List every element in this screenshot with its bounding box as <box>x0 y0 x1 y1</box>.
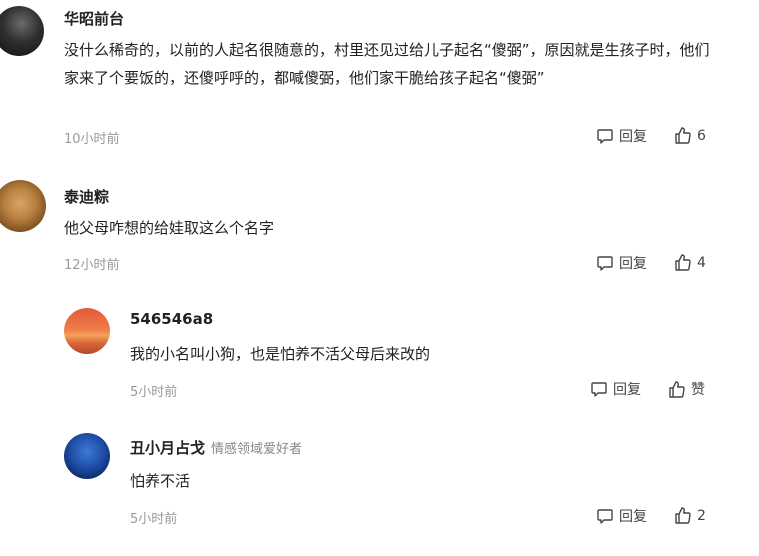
avatar[interactable] <box>0 6 44 56</box>
reply-button[interactable]: 回复 <box>590 379 641 399</box>
comment-bubble-icon <box>597 129 613 144</box>
comment-time: 12小时前 <box>64 258 120 273</box>
like-button[interactable]: 赞 <box>667 379 705 399</box>
comment-text: 他父母咋想的给娃取这么个名字 <box>64 219 275 237</box>
reply-button[interactable]: 回复 <box>596 126 647 146</box>
thumbs-up-icon <box>669 380 685 398</box>
comment-username[interactable]: 丑小月占戈 情感领域爱好者 <box>130 437 302 458</box>
comment-username[interactable]: 546546a8 <box>130 310 213 328</box>
comment-text: 怕养不活 <box>130 472 191 490</box>
username-text: 丑小月占戈 <box>130 439 206 457</box>
avatar[interactable] <box>64 308 110 354</box>
comment-time: 5小时前 <box>130 385 178 400</box>
comment-text: 我的小名叫小狗，也是怕养不活父母后来改的 <box>130 345 431 363</box>
reply-label: 回复 <box>619 509 647 525</box>
comment-item: 华昭前台 没什么稀奇的，以前的人起名很随意的，村里还见过给儿子起名“傻弼”，原因… <box>0 0 759 160</box>
thumbs-up-icon <box>675 127 691 144</box>
thumbs-up-icon <box>675 507 691 524</box>
avatar[interactable] <box>64 433 110 479</box>
comment-bubble-icon <box>591 382 607 397</box>
comment-username[interactable]: 华昭前台 <box>64 8 124 29</box>
comment-bubble-icon <box>597 509 613 524</box>
like-button[interactable]: 2 <box>673 506 706 525</box>
comment-bubble-icon <box>597 256 613 271</box>
like-count: 4 <box>697 254 706 271</box>
reply-label: 回复 <box>619 256 647 272</box>
reply-item: 546546a8 我的小名叫小狗，也是怕养不活父母后来改的 5小时前 回复 赞 <box>0 300 759 410</box>
like-count: 6 <box>697 127 706 144</box>
avatar[interactable] <box>0 180 46 232</box>
like-count: 2 <box>697 507 706 524</box>
like-count: 赞 <box>691 382 705 398</box>
comment-text: 没什么稀奇的，以前的人起名很随意的，村里还见过给儿子起名“傻弼”，原因就是生孩子… <box>64 41 710 87</box>
comment-time: 5小时前 <box>130 512 178 527</box>
reply-label: 回复 <box>613 382 641 398</box>
like-button[interactable]: 6 <box>673 126 706 145</box>
thumbs-up-icon <box>675 254 691 271</box>
like-button[interactable]: 4 <box>673 253 706 272</box>
reply-item: 丑小月占戈 情感领域爱好者 怕养不活 5小时前 回复 2 <box>0 425 759 545</box>
reply-button[interactable]: 回复 <box>596 506 647 526</box>
reply-button[interactable]: 回复 <box>596 253 647 273</box>
comment-time: 10小时前 <box>64 132 120 147</box>
reply-label: 回复 <box>619 129 647 145</box>
comment-item: 泰迪粽 他父母咋想的给娃取这么个名字 12小时前 回复 4 <box>0 170 759 285</box>
comment-username[interactable]: 泰迪粽 <box>64 186 109 207</box>
user-tag: 情感领域爱好者 <box>211 442 303 457</box>
